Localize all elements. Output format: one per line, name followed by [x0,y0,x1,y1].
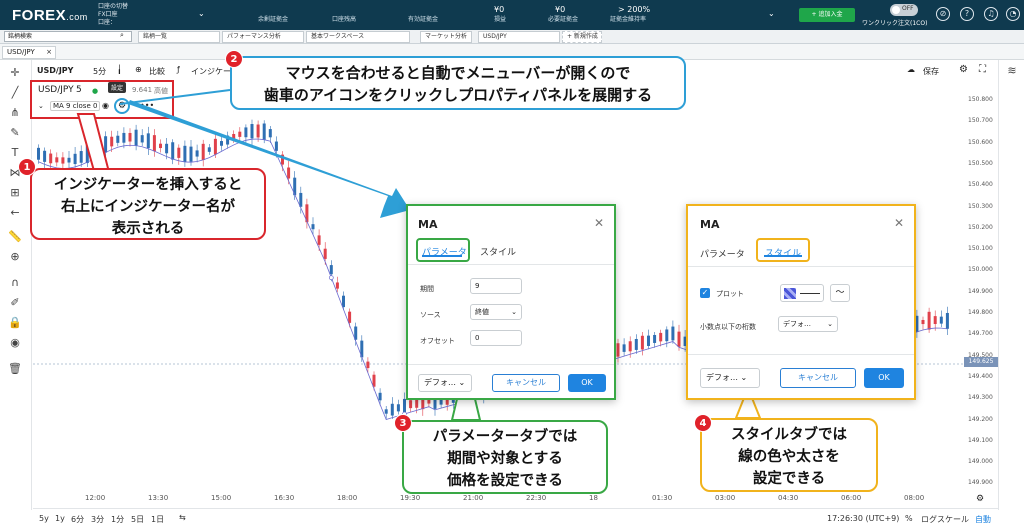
callout-2: マウスを合わせると自動でメニューバーが開くので 歯車のアイコンをクリックしプロパテ… [230,56,686,110]
ma-style-dialog: MA ✕ パラメータ スタイル ✓ プロット 〜 小数点以下の桁数 デフォ… ⌄ … [686,204,916,400]
tab-style[interactable]: スタイル [756,238,810,262]
plot-label: プロット [716,290,744,298]
line-style-icon[interactable]: 〜 [830,284,850,302]
step-badge-2: 2 [225,50,243,68]
defaults-button[interactable]: デフォ… ⌄ [418,374,472,392]
offset-input[interactable]: 0 [470,330,522,346]
dialog-title: MA [418,218,438,231]
close-icon[interactable]: ✕ [894,216,904,230]
line-color-picker[interactable] [780,284,824,302]
dialog-title: MA [700,218,720,231]
defaults-button[interactable]: デフォ… ⌄ [700,368,760,388]
step-badge-4: 4 [694,414,712,432]
tab-style[interactable]: スタイル [480,245,516,258]
step-badge-3: 3 [394,414,412,432]
callout-1: インジケーターを挿入すると 右上にインジケーター名が 表示される [30,168,266,240]
tab-parameters[interactable]: パラメータ [416,238,470,262]
callout-4: スタイルタブでは 線の色や太さを 設定できる [700,418,878,492]
decimals-select[interactable]: デフォ… ⌄ [778,316,838,332]
source-select[interactable]: 終値 ⌄ [470,304,522,320]
callout-3: パラメータータブでは 期間や対象とする 価格を設定できる [402,420,608,494]
offset-label: オフセット [420,337,455,345]
close-icon[interactable]: ✕ [594,216,604,230]
ok-button[interactable]: OK [568,374,606,392]
step-badge-1: 1 [18,158,36,176]
plot-checkbox[interactable]: ✓ [700,288,710,298]
ok-button[interactable]: OK [864,368,904,388]
cancel-button[interactable]: キャンセル [492,374,560,392]
cancel-button[interactable]: キャンセル [780,368,856,388]
tab-parameters[interactable]: パラメータ [700,247,745,260]
period-label: 期間 [420,285,434,293]
ma-parameter-dialog: MA ✕ パラメータ スタイル 期間 9 ソース 終値 ⌄ オフセット 0 デフォ… [406,204,616,400]
period-input[interactable]: 9 [470,278,522,294]
decimals-label: 小数点以下の桁数 [700,323,756,331]
source-label: ソース [420,311,441,319]
